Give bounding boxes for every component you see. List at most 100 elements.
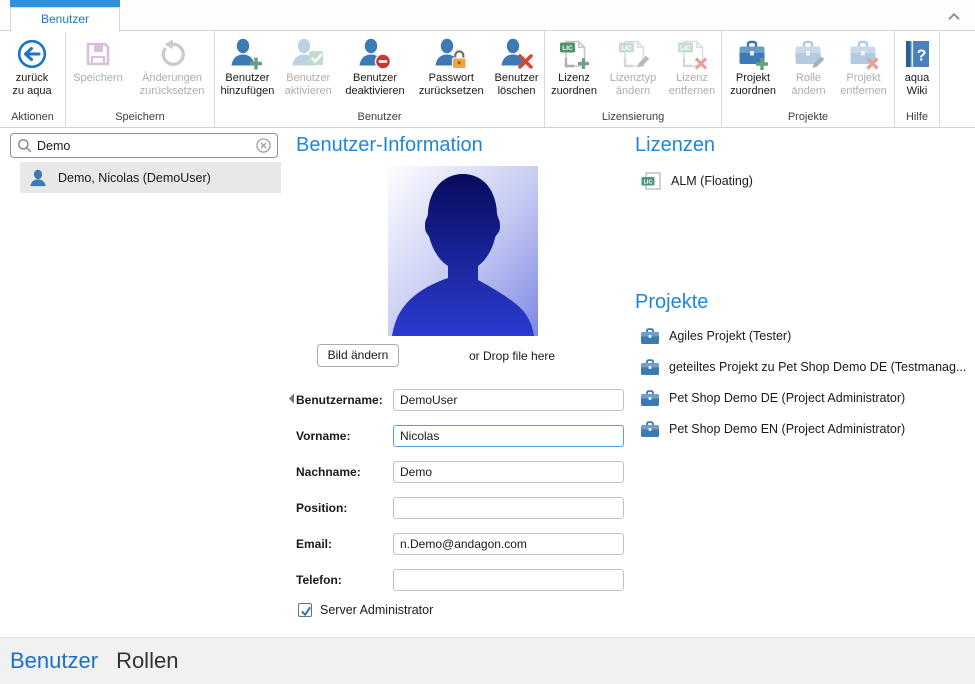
remove-license-button[interactable]: LIC Lizenzentfernen: [663, 34, 721, 110]
licenses-title: Lizenzen: [635, 134, 715, 157]
project-item-label: geteiltes Projekt zu Pet Shop Demo DE (T…: [669, 360, 966, 374]
undo-icon: [156, 36, 188, 72]
user-list-item-label: Demo, Nicolas (DemoUser): [58, 171, 211, 185]
project-item[interactable]: geteiltes Projekt zu Pet Shop Demo DE (T…: [640, 357, 966, 377]
collapse-ribbon-button[interactable]: [945, 8, 963, 26]
briefcase-icon: [640, 389, 660, 407]
user-list-item-selected[interactable]: Demo, Nicolas (DemoUser): [20, 162, 281, 193]
telefon-field[interactable]: [393, 569, 624, 591]
field-label-vorname: Vorname:: [296, 429, 350, 443]
field-label-benutzername: Benutzername:: [296, 393, 383, 407]
project-item[interactable]: Pet Shop Demo DE (Project Administrator): [640, 388, 905, 408]
ribbon-group-benutzer: Benutzerhinzufügen Benutzeraktivieren Be…: [215, 31, 545, 127]
user-info-title: Benutzer-Information: [296, 134, 483, 157]
tab-benutzer[interactable]: Benutzer: [10, 7, 120, 32]
position-field[interactable]: [393, 497, 624, 519]
user-deactivate-icon: [358, 36, 392, 72]
ribbon-group-projekte: Projektzuordnen Rolleändern Projektentfe…: [722, 31, 895, 127]
project-item-label: Agiles Projekt (Tester): [669, 329, 791, 343]
license-item[interactable]: LIC ALM (Floating): [640, 171, 753, 191]
chevron-up-icon: [945, 8, 963, 26]
svg-text:LIC: LIC: [621, 45, 632, 52]
drop-file-hint: or Drop file here: [469, 349, 555, 363]
ribbon-filler: [940, 31, 975, 127]
back-to-aqua-button[interactable]: zurückzu aqua: [0, 34, 64, 110]
project-item[interactable]: Pet Shop Demo EN (Project Administrator): [640, 419, 905, 439]
bottom-tab-benutzer[interactable]: Benutzer: [10, 648, 98, 674]
server-admin-label: Server Administrator: [320, 603, 433, 618]
field-label-position: Position:: [296, 501, 347, 515]
clear-search-icon[interactable]: [256, 138, 271, 153]
triangle-left-icon: [288, 393, 295, 404]
tab-accent-strip: [10, 0, 120, 7]
field-label-email: Email:: [296, 537, 332, 551]
avatar-silhouette: [388, 166, 538, 336]
user-activate-icon: [291, 36, 325, 72]
projects-title: Projekte: [635, 291, 708, 314]
group-label-benutzer: Benutzer: [215, 110, 544, 127]
ribbon-group-aktionen: zurückzu aqua Aktionen: [0, 31, 66, 127]
save-floppy-icon: [82, 36, 114, 72]
group-label-aktionen: Aktionen: [0, 110, 65, 127]
briefcase-icon: [640, 358, 660, 376]
app-window: Benutzer zurückzu aqua Aktionen: [0, 0, 975, 684]
group-label-projekte: Projekte: [722, 110, 894, 127]
user-add-icon: [230, 36, 264, 72]
assign-license-button[interactable]: LIC Lizenzzuordnen: [545, 34, 603, 110]
back-arrow-icon: [16, 36, 48, 72]
change-role-button[interactable]: Rolleändern: [784, 34, 833, 110]
svg-text:LIC: LIC: [680, 45, 691, 52]
deactivate-user-button[interactable]: Benutzerdeaktivieren: [337, 34, 414, 110]
group-label-hilfe: Hilfe: [895, 110, 939, 127]
ribbon: zurückzu aqua Aktionen Speichern Änder: [0, 30, 975, 128]
aqua-wiki-button[interactable]: ? aquaWiki: [895, 34, 939, 110]
project-remove-icon: [847, 36, 881, 72]
wiki-book-icon: ?: [902, 36, 932, 72]
revert-changes-button[interactable]: Änderungenzurücksetzen: [130, 34, 214, 110]
save-button[interactable]: Speichern: [66, 34, 130, 110]
vorname-field[interactable]: [393, 425, 624, 447]
project-item-label: Pet Shop Demo EN (Project Administrator): [669, 422, 905, 436]
briefcase-icon: [640, 420, 660, 438]
benutzername-field[interactable]: [393, 389, 624, 411]
user-search-box: [10, 133, 278, 158]
bottom-tab-rollen[interactable]: Rollen: [116, 648, 178, 674]
license-add-icon: LIC: [557, 36, 591, 72]
project-item[interactable]: Agiles Projekt (Tester): [640, 326, 791, 346]
user-icon: [29, 169, 47, 187]
email-field[interactable]: [393, 533, 624, 555]
license-icon: LIC: [640, 171, 662, 191]
svg-text:LIC: LIC: [562, 45, 573, 52]
collapse-panel-arrow[interactable]: [288, 391, 295, 402]
password-reset-icon: [434, 36, 468, 72]
svg-text:LIC: LIC: [644, 179, 653, 185]
ribbon-tab-bar: Benutzer: [0, 0, 975, 30]
group-label-lizensierung: Lizensierung: [545, 110, 721, 127]
nachname-field[interactable]: [393, 461, 624, 483]
field-label-nachname: Nachname:: [296, 465, 361, 479]
project-item-label: Pet Shop Demo DE (Project Administrator): [669, 391, 905, 405]
avatar-drop-zone[interactable]: [388, 166, 538, 336]
change-image-button[interactable]: Bild ändern: [317, 344, 399, 367]
add-user-button[interactable]: Benutzerhinzufügen: [215, 34, 280, 110]
license-remove-icon: LIC: [675, 36, 709, 72]
svg-text:?: ?: [917, 48, 927, 65]
search-icon: [17, 138, 32, 153]
activate-user-button[interactable]: Benutzeraktivieren: [280, 34, 337, 110]
ribbon-group-speichern: Speichern Änderungenzurücksetzen Speiche…: [66, 31, 215, 127]
field-label-telefon: Telefon:: [296, 573, 342, 587]
search-input[interactable]: [37, 139, 256, 153]
ribbon-group-lizensierung: LIC Lizenzzuordnen LIC Lizenztypändern L…: [545, 31, 722, 127]
project-add-icon: [736, 36, 770, 72]
reset-password-button[interactable]: Passwortzurücksetzen: [413, 34, 489, 110]
change-license-type-button[interactable]: LIC Lizenztypändern: [603, 34, 663, 110]
license-item-label: ALM (Floating): [671, 174, 753, 188]
license-edit-icon: LIC: [616, 36, 650, 72]
delete-user-button[interactable]: Benutzerlöschen: [489, 34, 544, 110]
remove-project-button[interactable]: Projektentfernen: [833, 34, 894, 110]
bottom-tab-bar: Benutzer Rollen: [0, 637, 975, 684]
server-admin-row: Server Administrator: [298, 603, 433, 618]
user-delete-icon: [500, 36, 534, 72]
assign-project-button[interactable]: Projektzuordnen: [722, 34, 784, 110]
server-admin-checkbox[interactable]: [298, 603, 312, 617]
